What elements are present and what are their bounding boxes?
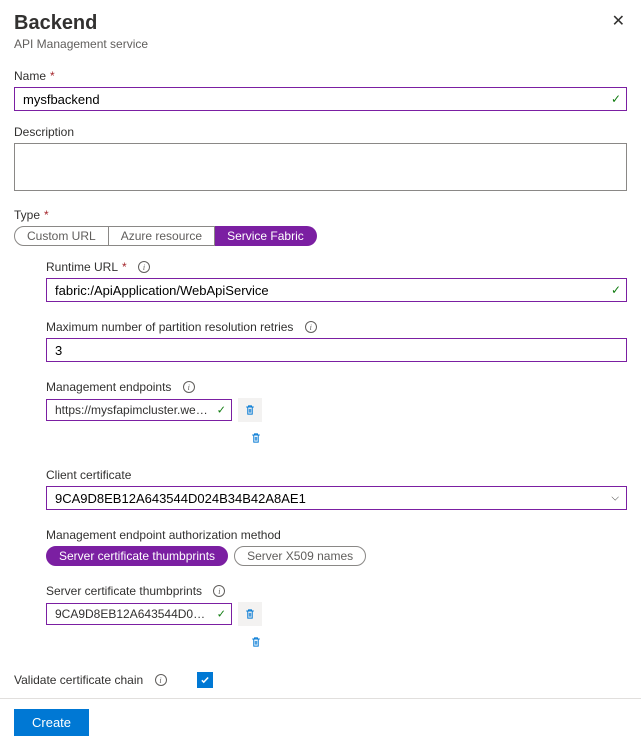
page-title: Backend <box>14 12 148 35</box>
mgmt-endpoint-item[interactable]: https://mysfapimcluster.westus.cloud... <box>46 399 232 421</box>
info-icon[interactable]: i <box>155 674 167 686</box>
max-retries-label: Maximum number of partition resolution r… <box>46 320 293 334</box>
server-thumbs-label: Server certificate thumbprints <box>46 584 202 598</box>
delete-all-endpoints-button[interactable] <box>244 426 268 450</box>
validate-chain-checkbox[interactable] <box>197 672 213 688</box>
runtime-url-input[interactable] <box>46 278 627 302</box>
create-button[interactable]: Create <box>14 709 89 736</box>
check-icon: ✓ <box>217 608 226 621</box>
description-input[interactable] <box>14 143 627 191</box>
info-icon[interactable]: i <box>305 321 317 333</box>
required-asterisk: * <box>50 69 55 83</box>
check-icon: ✓ <box>217 404 226 417</box>
name-input[interactable] <box>14 87 627 111</box>
delete-all-thumbprints-button[interactable] <box>244 630 268 654</box>
description-label: Description <box>14 125 74 139</box>
server-thumbprint-item[interactable]: 9CA9D8EB12A643544D024B34B42A8AE1... <box>46 603 232 625</box>
client-cert-select[interactable] <box>46 486 627 510</box>
client-cert-label: Client certificate <box>46 468 131 482</box>
auth-option-x509[interactable]: Server X509 names <box>234 546 366 566</box>
delete-thumbprint-button[interactable] <box>238 602 262 626</box>
type-label: Type <box>14 208 40 222</box>
type-option-service-fabric[interactable]: Service Fabric <box>215 226 317 246</box>
info-icon[interactable]: i <box>138 261 150 273</box>
trash-icon <box>244 403 256 417</box>
required-asterisk: * <box>122 260 127 274</box>
name-label: Name <box>14 69 46 83</box>
validate-chain-label: Validate certificate chain <box>14 673 143 687</box>
mgmt-endpoints-label: Management endpoints <box>46 380 171 394</box>
trash-icon <box>250 635 262 649</box>
auth-option-thumbprints[interactable]: Server certificate thumbprints <box>46 546 228 566</box>
required-asterisk: * <box>44 208 49 222</box>
page-subtitle: API Management service <box>14 37 148 51</box>
close-button[interactable]: ✕ <box>610 12 627 32</box>
info-icon[interactable]: i <box>213 585 225 597</box>
check-icon <box>200 675 210 685</box>
max-retries-input[interactable] <box>46 338 627 362</box>
trash-icon <box>244 607 256 621</box>
delete-endpoint-button[interactable] <box>238 398 262 422</box>
type-option-azure-resource[interactable]: Azure resource <box>109 226 215 246</box>
auth-method-label: Management endpoint authorization method <box>46 528 281 542</box>
trash-icon <box>250 431 262 445</box>
info-icon[interactable]: i <box>183 381 195 393</box>
runtime-url-label: Runtime URL <box>46 260 118 274</box>
type-option-custom-url[interactable]: Custom URL <box>14 226 109 246</box>
